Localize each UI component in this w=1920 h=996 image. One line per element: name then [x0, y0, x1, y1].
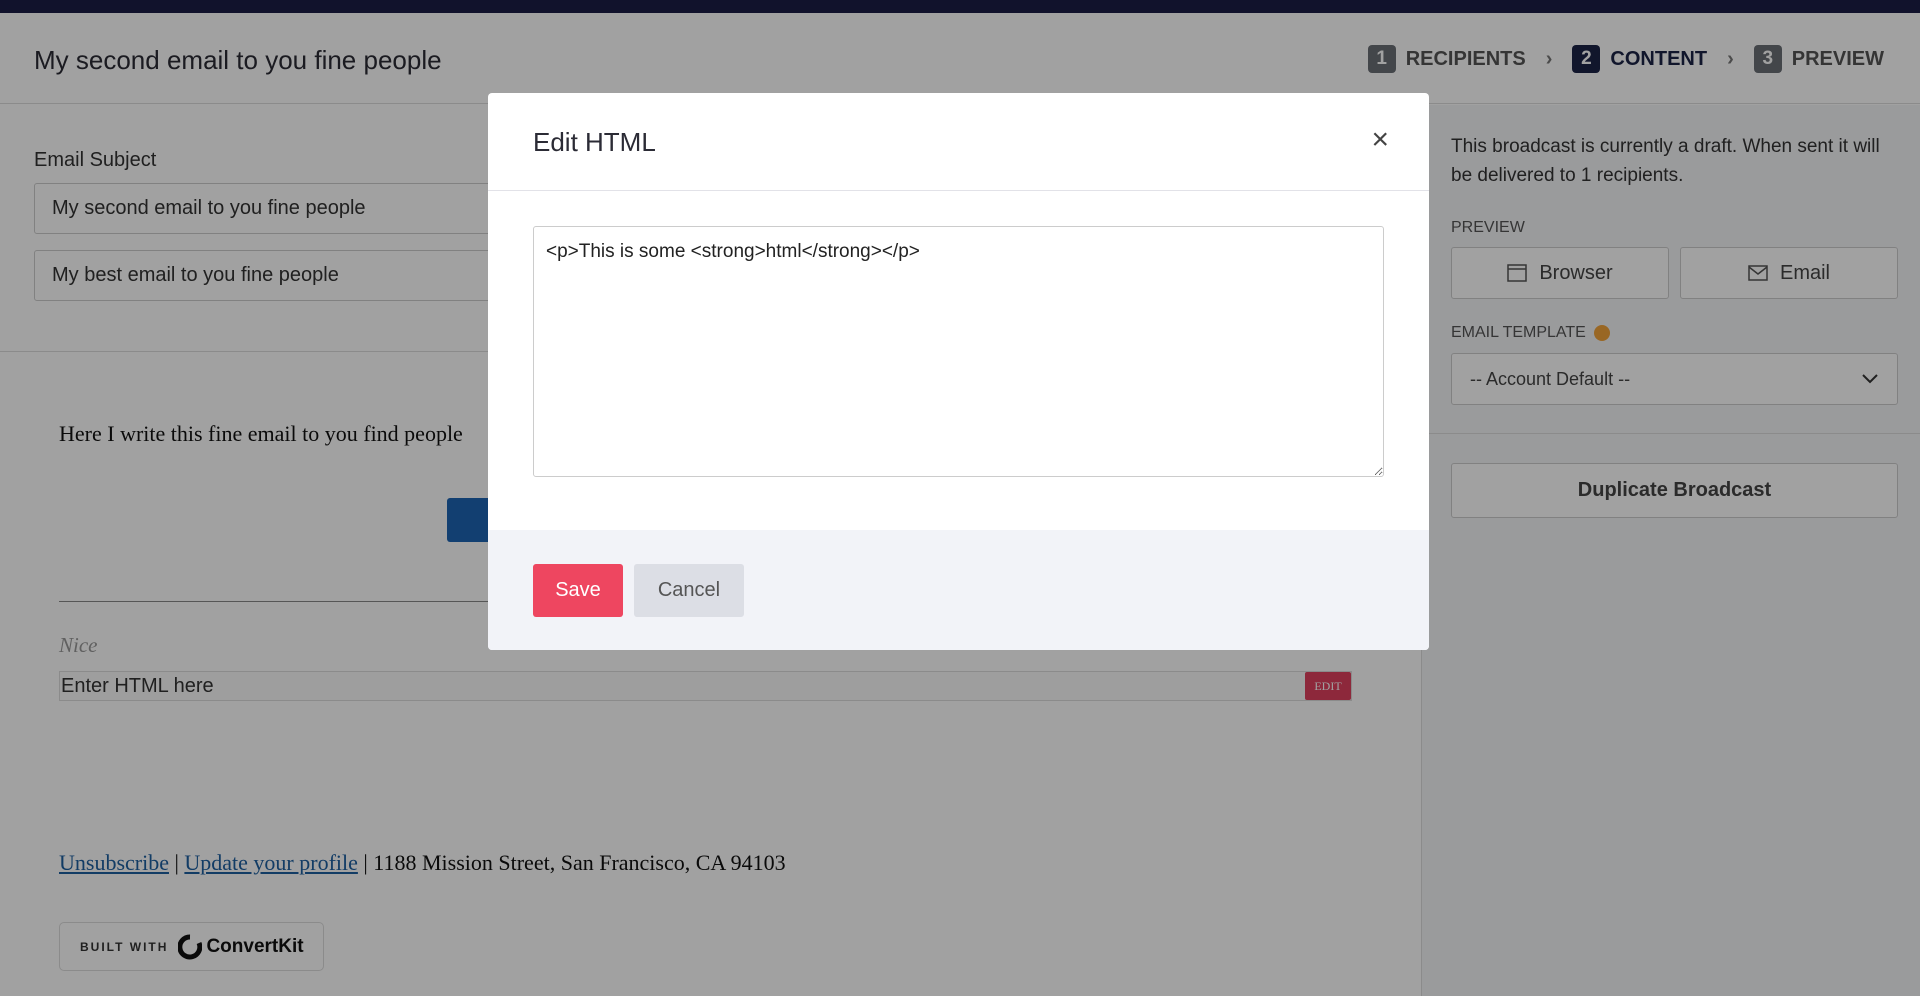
modal-footer: Save Cancel	[488, 530, 1429, 650]
close-icon[interactable]: ×	[1371, 123, 1389, 157]
save-button[interactable]: Save	[533, 564, 623, 617]
modal-header: Edit HTML ×	[488, 93, 1429, 191]
cancel-button[interactable]: Cancel	[634, 564, 744, 617]
html-textarea[interactable]: <p>This is some <strong>html</strong></p…	[533, 226, 1384, 477]
modal-title: Edit HTML	[533, 127, 656, 157]
edit-html-modal: Edit HTML × <p>This is some <strong>html…	[488, 93, 1429, 650]
